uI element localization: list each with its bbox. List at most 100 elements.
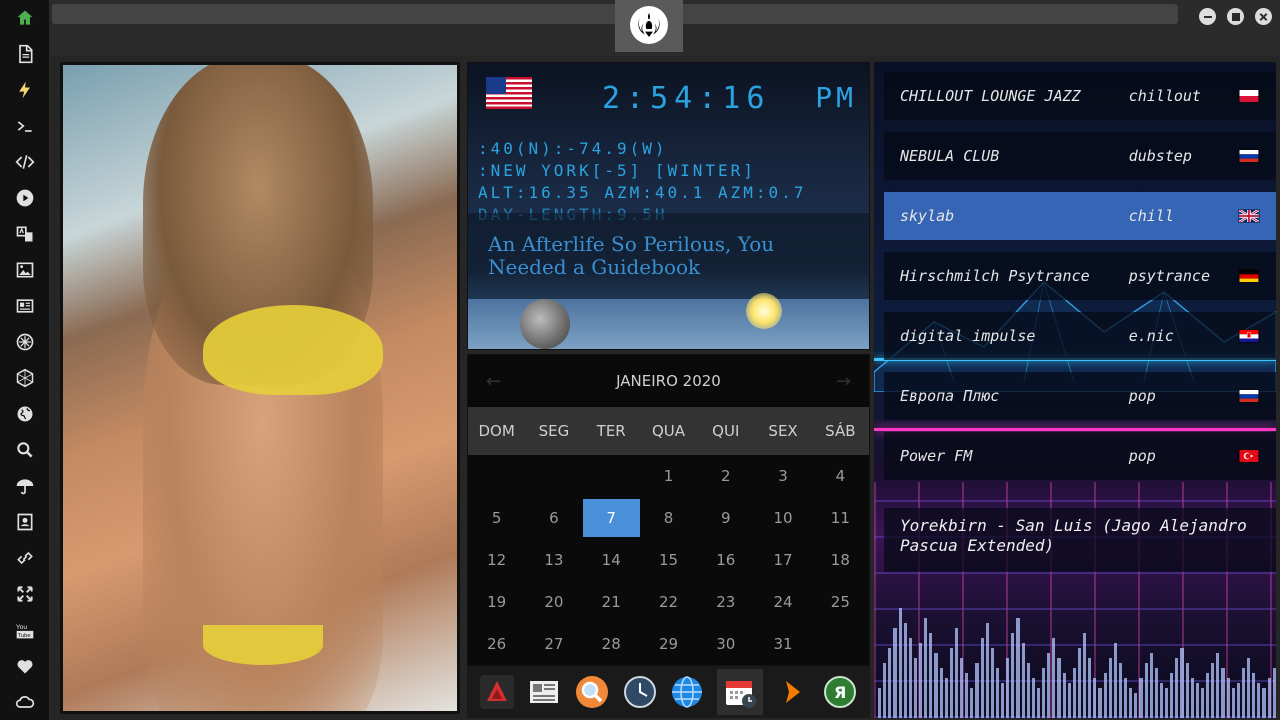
station-row[interactable]: Европа Плюс pop (884, 372, 1276, 420)
station-row[interactable]: skylab chill (884, 192, 1276, 240)
visualizer-bar (960, 658, 964, 718)
close-button[interactable] (1255, 8, 1272, 25)
calendar-weekdays: DOM SEG TER QUA QUI SEX SÁB (468, 407, 869, 455)
visualizer-bar (1031, 678, 1035, 718)
expand-icon[interactable] (0, 576, 50, 612)
news-icon[interactable] (0, 288, 50, 324)
calendar-day[interactable]: 24 (754, 581, 811, 623)
search-icon[interactable] (0, 432, 50, 468)
calendar-day[interactable]: 13 (525, 539, 582, 581)
play-icon[interactable] (0, 180, 50, 216)
cloud-icon[interactable] (0, 684, 50, 720)
home-icon[interactable] (0, 0, 50, 36)
visualizer-bar (985, 623, 989, 718)
visualizer-bar (1236, 683, 1240, 718)
visualizer-bar (1124, 678, 1128, 718)
calendar-day[interactable]: 9 (697, 497, 754, 539)
news-headline[interactable]: An Afterlife So Perilous, You Needed a G… (488, 233, 858, 279)
station-row[interactable]: Power FM pop (884, 432, 1276, 480)
youtube-icon[interactable]: You Tube (0, 612, 50, 648)
calendar-day[interactable]: 10 (754, 497, 811, 539)
station-genre: pop (1128, 447, 1156, 465)
visualizer-bar (1093, 678, 1097, 718)
calendar-widget: ← JANEIRO 2020 → DOM SEG TER QUA QUI SEX SÁB 1… (467, 354, 870, 666)
calendar-day[interactable]: 15 (640, 539, 697, 581)
calendar-app-icon[interactable] (716, 669, 763, 715)
search-app-icon[interactable] (574, 674, 610, 710)
empire-icon[interactable] (0, 360, 50, 396)
visualizer-bar (1159, 683, 1163, 718)
station-row[interactable]: digital impulse e.nic (884, 312, 1276, 360)
station-row[interactable]: NEBULA CLUB dubstep (884, 132, 1276, 180)
weekday-label: SÁB (825, 422, 856, 440)
station-genre: chill (1128, 207, 1174, 225)
calendar-day[interactable]: 25 (812, 581, 869, 623)
station-row[interactable]: CHILLOUT LOUNGE JAZZ chillout (884, 72, 1276, 120)
bolt-icon[interactable] (0, 72, 50, 108)
calendar-next-button[interactable]: → (836, 371, 851, 392)
rebel-icon[interactable] (0, 324, 50, 360)
app-dock: Я (467, 666, 870, 718)
calendar-prev-button[interactable]: ← (486, 371, 501, 392)
calendar-day[interactable]: 22 (640, 581, 697, 623)
visualizer-bar (893, 628, 897, 718)
clock-widget: 2:54:16 PM :40(N):-74.9(W) :NEW YORK[-5]… (467, 62, 870, 350)
heart-icon[interactable] (0, 648, 50, 684)
clock-app-icon[interactable] (622, 674, 658, 710)
station-name: CHILLOUT LOUNGE JAZZ (900, 87, 1081, 105)
terminal-icon[interactable] (0, 108, 50, 144)
visualizer-bar (970, 688, 974, 718)
calendar-day[interactable]: 3 (754, 455, 811, 497)
calendar-day[interactable]: 20 (525, 581, 582, 623)
calendar-day[interactable]: 14 (583, 539, 640, 581)
calendar-day[interactable]: 28 (583, 623, 640, 665)
calendar-day[interactable]: 12 (468, 539, 525, 581)
calendar-day[interactable]: 8 (640, 497, 697, 539)
contacts-icon[interactable] (0, 504, 50, 540)
news-app-icon[interactable] (526, 674, 562, 710)
browser-app-icon[interactable] (669, 674, 705, 710)
calendar-day-today[interactable]: 7 (582, 499, 640, 537)
visualizer-bar (1098, 688, 1102, 718)
calendar-day[interactable]: 2 (697, 455, 754, 497)
svg-text:You: You (16, 624, 28, 631)
image-icon[interactable] (0, 252, 50, 288)
calendar-day[interactable]: 30 (697, 623, 754, 665)
calendar-day[interactable]: 17 (754, 539, 811, 581)
calendar-day[interactable]: 1 (640, 455, 697, 497)
minimize-button[interactable] (1199, 8, 1216, 25)
calendar-day[interactable]: 27 (525, 623, 582, 665)
yandex-app-icon[interactable]: Я (822, 674, 858, 710)
umbrella-icon[interactable] (0, 468, 50, 504)
globe-icon[interactable] (0, 396, 50, 432)
calendar-day[interactable]: 16 (697, 539, 754, 581)
radio-player: CHILLOUT LOUNGE JAZZ chillout NEBULA CLUB d… (874, 62, 1276, 718)
weekday-label: SEG (538, 422, 570, 440)
calendar-day[interactable]: 23 (697, 581, 754, 623)
calendar-day[interactable]: 29 (640, 623, 697, 665)
vivaldi-app-icon[interactable] (479, 674, 515, 710)
calendar-day[interactable]: 5 (468, 497, 525, 539)
translate-icon[interactable] (0, 216, 50, 252)
visualizer-bar (919, 643, 923, 718)
clock-coordinates: :40(N):-74.9(W) (478, 139, 668, 158)
calendar-day[interactable]: 4 (812, 455, 869, 497)
calendar-day[interactable]: 31 (754, 623, 811, 665)
document-icon[interactable] (0, 36, 50, 72)
calendar-day[interactable]: 26 (468, 623, 525, 665)
logo-tab[interactable] (615, 0, 683, 52)
player-app-icon[interactable] (775, 674, 811, 710)
station-name: Европа Плюс (900, 387, 1000, 405)
visualizer-bar (1113, 643, 1117, 718)
calendar-day[interactable]: 21 (583, 581, 640, 623)
calendar-day[interactable]: 11 (812, 497, 869, 539)
maximize-button[interactable] (1227, 8, 1244, 25)
calendar-day[interactable]: 6 (525, 497, 582, 539)
link-icon[interactable] (0, 540, 50, 576)
calendar-day[interactable]: 19 (468, 581, 525, 623)
calendar-day[interactable]: 18 (812, 539, 869, 581)
station-row[interactable]: Hirschmilch Psytrance psytrance (884, 252, 1276, 300)
code-icon[interactable] (0, 144, 50, 180)
clock-location: :NEW YORK[-5] [WINTER] (478, 161, 756, 180)
croatia-flag-icon (1238, 329, 1260, 343)
